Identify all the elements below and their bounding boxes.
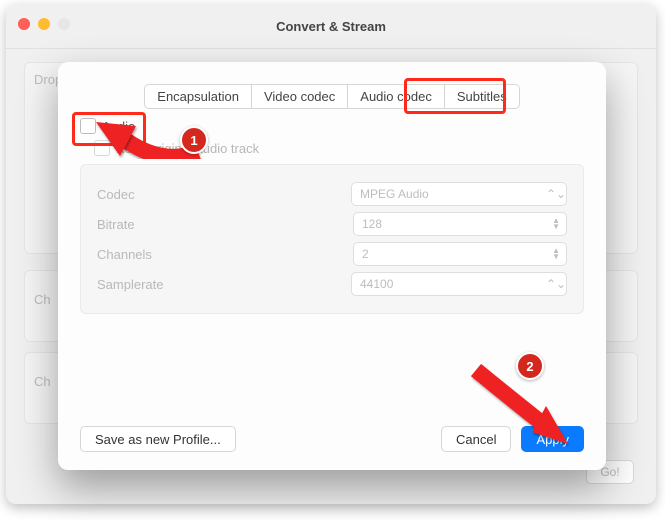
- audio-checkbox[interactable]: [80, 118, 96, 134]
- choose-label-1: Ch: [34, 292, 51, 307]
- bitrate-stepper[interactable]: 128 ▲▼: [353, 212, 567, 236]
- codec-value: MPEG Audio: [360, 187, 429, 201]
- window-controls: [18, 18, 70, 30]
- apply-button[interactable]: Apply: [521, 426, 584, 452]
- samplerate-label: Samplerate: [97, 277, 163, 292]
- audio-checkbox-label: Audio: [102, 119, 135, 134]
- tab-encapsulation[interactable]: Encapsulation: [144, 84, 252, 109]
- annotation-badge-1: 1: [180, 126, 208, 154]
- titlebar: Convert & Stream: [6, 4, 656, 49]
- channels-stepper[interactable]: 2 ▲▼: [353, 242, 567, 266]
- samplerate-value: 44100: [360, 277, 393, 291]
- save-profile-button[interactable]: Save as new Profile...: [80, 426, 236, 452]
- choose-label-2: Ch: [34, 374, 51, 389]
- minimize-icon[interactable]: [38, 18, 50, 30]
- chevrons-icon: ⌃⌄: [546, 277, 560, 291]
- keep-original-checkbox: [94, 140, 110, 156]
- samplerate-select[interactable]: 44100 ⌃⌄: [351, 272, 567, 296]
- codec-select[interactable]: MPEG Audio ⌃⌄: [351, 182, 567, 206]
- annotation-badge-2: 2: [516, 352, 544, 380]
- sheet-footer: Save as new Profile... Cancel Apply: [80, 426, 584, 452]
- audio-toggle-row: Audio: [80, 118, 584, 134]
- keep-original-row: Keep original audio track: [94, 140, 584, 156]
- tab-video-codec[interactable]: Video codec: [252, 84, 348, 109]
- profile-sheet: Encapsulation Video codec Audio codec Su…: [58, 62, 606, 470]
- tab-subtitles[interactable]: Subtitles: [445, 84, 520, 109]
- channels-label: Channels: [97, 247, 152, 262]
- bitrate-value: 128: [362, 217, 382, 231]
- stepper-arrows-icon: ▲▼: [552, 218, 562, 230]
- tab-bar: Encapsulation Video codec Audio codec Su…: [58, 84, 606, 109]
- cancel-button[interactable]: Cancel: [441, 426, 511, 452]
- audio-settings-box: Codec MPEG Audio ⌃⌄ Bitrate 128 ▲▼ Chann…: [80, 164, 584, 314]
- close-icon[interactable]: [18, 18, 30, 30]
- chevrons-icon: ⌃⌄: [546, 187, 560, 201]
- audio-codec-pane: Audio Keep original audio track Codec MP…: [80, 118, 584, 314]
- codec-label: Codec: [97, 187, 135, 202]
- zoom-icon: [58, 18, 70, 30]
- bitrate-label: Bitrate: [97, 217, 135, 232]
- tab-audio-codec[interactable]: Audio codec: [348, 84, 445, 109]
- window-title: Convert & Stream: [276, 19, 386, 34]
- stepper-arrows-icon: ▲▼: [552, 248, 562, 260]
- channels-value: 2: [362, 247, 369, 261]
